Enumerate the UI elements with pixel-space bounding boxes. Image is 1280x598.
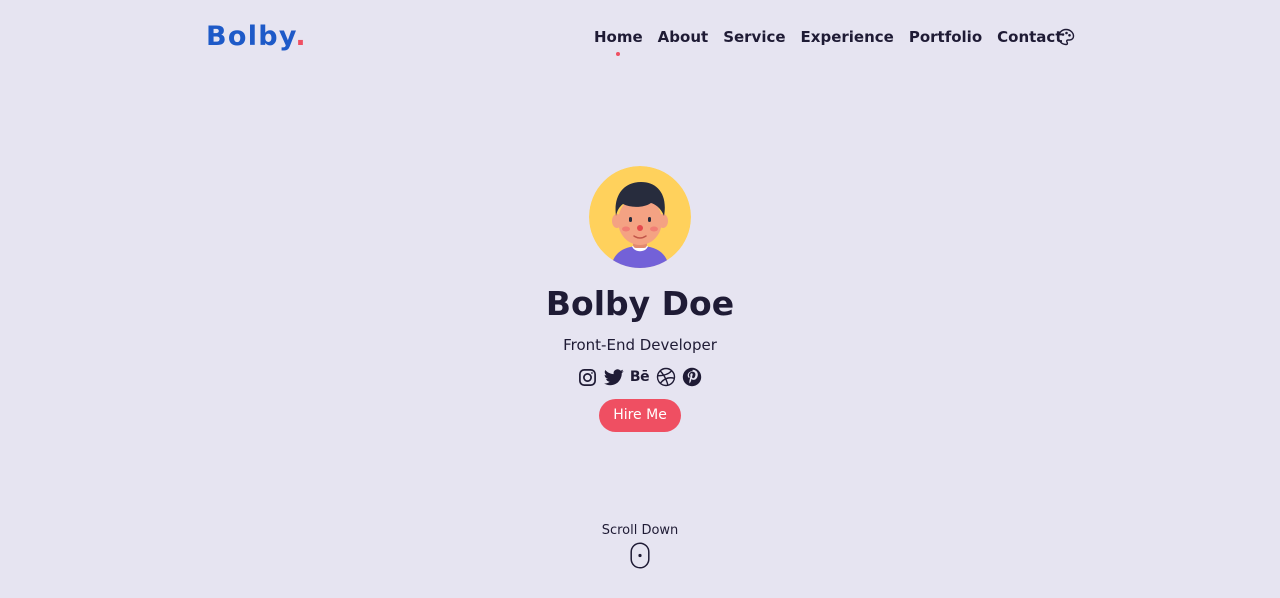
social-links: Bē — [577, 366, 702, 388]
hero-section: Bolby Doe Front-End Developer Bē Hire Me… — [0, 0, 1280, 598]
twitter-icon[interactable] — [603, 367, 624, 388]
behance-icon[interactable]: Bē — [629, 367, 650, 388]
hero-role: Front-End Developer — [563, 336, 717, 354]
page: Bolby. Home About Service Experience Por… — [0, 0, 1280, 598]
dribbble-icon[interactable] — [655, 367, 676, 388]
scroll-down-label: Scroll Down — [601, 523, 679, 538]
avatar — [589, 166, 691, 268]
pinterest-icon[interactable] — [681, 367, 702, 388]
hero-name: Bolby Doe — [545, 284, 735, 323]
instagram-icon[interactable] — [577, 367, 598, 388]
mouse-icon[interactable] — [630, 542, 650, 569]
hire-me-button[interactable]: Hire Me — [599, 399, 681, 432]
behance-text: Bē — [629, 369, 650, 385]
